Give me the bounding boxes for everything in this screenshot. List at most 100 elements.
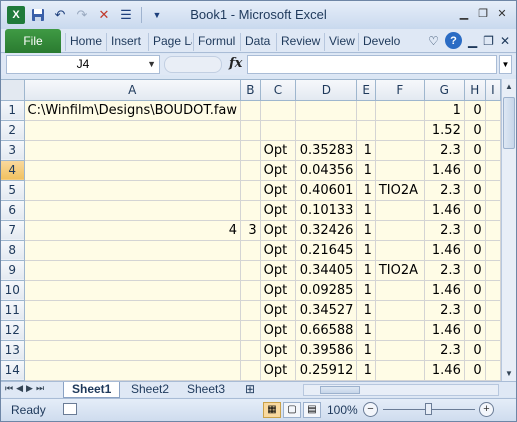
cell-f3[interactable] <box>375 140 425 161</box>
cell-g12[interactable]: 1.46 <box>424 320 465 341</box>
minimize-ribbon-icon[interactable]: ♡ <box>428 34 439 48</box>
cell-i8[interactable] <box>485 240 501 261</box>
help-icon[interactable]: ? <box>444 32 462 49</box>
cell-e8[interactable]: 1 <box>356 240 376 261</box>
column-header-i[interactable]: I <box>485 80 501 101</box>
page-layout-view-icon[interactable]: ▢ <box>283 402 301 418</box>
cell-i12[interactable] <box>485 320 501 341</box>
cell-e2[interactable] <box>356 120 376 141</box>
cell-c12[interactable]: Opt <box>260 320 297 341</box>
zoom-out-icon[interactable]: − <box>363 402 378 417</box>
cell-c8[interactable]: Opt <box>260 240 297 261</box>
tab-review[interactable]: Review <box>276 33 323 51</box>
cell-i14[interactable] <box>485 360 501 381</box>
cell-g5[interactable]: 2.3 <box>424 180 465 201</box>
cell-e3[interactable]: 1 <box>356 140 376 161</box>
column-header-b[interactable]: B <box>240 80 261 101</box>
cell-d10[interactable]: 0.09285 <box>295 280 358 301</box>
cell-f6[interactable] <box>375 200 425 221</box>
cell-d9[interactable]: 0.34405 <box>295 260 358 281</box>
cell-f7[interactable] <box>375 220 425 241</box>
cell-i10[interactable] <box>485 280 501 301</box>
row-header[interactable]: 4 <box>1 160 25 181</box>
column-header-g[interactable]: G <box>424 80 465 101</box>
cell-d13[interactable]: 0.39586 <box>295 340 358 361</box>
normal-view-icon[interactable]: ▦ <box>263 402 281 418</box>
tab-home[interactable]: Home <box>65 33 105 51</box>
cell-c2[interactable] <box>260 120 297 141</box>
cell-d2[interactable] <box>295 120 358 141</box>
cell-e9[interactable]: 1 <box>356 260 376 281</box>
cell-f1[interactable] <box>375 100 425 121</box>
next-sheet-icon[interactable]: ▶ <box>26 383 33 394</box>
cell-a3[interactable] <box>24 140 242 161</box>
cell-a14[interactable] <box>24 360 242 381</box>
row-header[interactable]: 6 <box>1 200 25 221</box>
cell-a6[interactable] <box>24 200 242 221</box>
cell-g13[interactable]: 2.3 <box>424 340 465 361</box>
column-header-c[interactable]: C <box>260 80 297 101</box>
tab-page-layout[interactable]: Page La <box>148 33 192 51</box>
cell-g10[interactable]: 1.46 <box>424 280 465 301</box>
horizontal-scrollbar[interactable] <box>303 384 499 396</box>
cell-a12[interactable] <box>24 320 242 341</box>
cell-b9[interactable] <box>240 260 261 281</box>
cell-b2[interactable] <box>240 120 261 141</box>
cell-e14[interactable]: 1 <box>356 360 376 381</box>
name-box[interactable]: J4 ▼ <box>6 55 160 74</box>
last-sheet-icon[interactable]: ⏭ <box>36 383 44 394</box>
row-header[interactable]: 7 <box>1 220 25 241</box>
scroll-down-icon[interactable]: ▼ <box>502 366 516 381</box>
cell-d11[interactable]: 0.34527 <box>295 300 358 321</box>
cell-h14[interactable]: 0 <box>464 360 486 381</box>
cell-e4[interactable]: 1 <box>356 160 376 181</box>
cell-h4[interactable]: 0 <box>464 160 486 181</box>
cell-i3[interactable] <box>485 140 501 161</box>
restore-icon[interactable]: ❐ <box>475 5 491 21</box>
row-header[interactable]: 12 <box>1 320 25 341</box>
first-sheet-icon[interactable]: ⏮ <box>5 383 13 394</box>
cell-e11[interactable]: 1 <box>356 300 376 321</box>
row-header[interactable]: 3 <box>1 140 25 161</box>
column-header-e[interactable]: E <box>356 80 376 101</box>
column-header-h[interactable]: H <box>464 80 486 101</box>
cell-b4[interactable] <box>240 160 261 181</box>
cell-g4[interactable]: 1.46 <box>424 160 465 181</box>
cell-a5[interactable] <box>24 180 242 201</box>
cell-d1[interactable] <box>295 100 358 121</box>
row-header[interactable]: 5 <box>1 180 25 201</box>
close-icon[interactable]: ✕ <box>494 5 510 21</box>
sheet-tab-sheet3[interactable]: Sheet3 <box>179 382 233 398</box>
cell-a1[interactable]: C:\Winfilm\Designs\BOUDOT.faw <box>24 100 242 121</box>
cell-g9[interactable]: 2.3 <box>424 260 465 281</box>
cell-g2[interactable]: 1.52 <box>424 120 465 141</box>
row-header[interactable]: 13 <box>1 340 25 361</box>
ribbon-restore-icon[interactable]: ❐ <box>483 34 494 48</box>
insert-function-icon[interactable]: fx <box>229 56 242 71</box>
cell-g11[interactable]: 2.3 <box>424 300 465 321</box>
cell-a4[interactable] <box>24 160 242 181</box>
insert-sheet-icon[interactable]: ⊞ <box>237 382 263 398</box>
cell-b1[interactable] <box>240 100 261 121</box>
cell-f11[interactable] <box>375 300 425 321</box>
cell-b5[interactable] <box>240 180 261 201</box>
cell-a7[interactable]: 4 <box>24 220 242 241</box>
cell-f12[interactable] <box>375 320 425 341</box>
cell-f4[interactable] <box>375 160 425 181</box>
cell-e13[interactable]: 1 <box>356 340 376 361</box>
ribbon-close-icon[interactable]: ✕ <box>500 34 510 48</box>
horizontal-scroll-thumb[interactable] <box>320 386 360 394</box>
cell-i2[interactable] <box>485 120 501 141</box>
cell-h10[interactable]: 0 <box>464 280 486 301</box>
cell-c10[interactable]: Opt <box>260 280 297 301</box>
cell-h1[interactable]: 0 <box>464 100 486 121</box>
cell-g7[interactable]: 2.3 <box>424 220 465 241</box>
cell-i9[interactable] <box>485 260 501 281</box>
cell-a11[interactable] <box>24 300 242 321</box>
chevron-down-icon[interactable]: ▼ <box>147 56 156 73</box>
cell-f5[interactable]: TIO2A <box>375 180 425 201</box>
cell-b12[interactable] <box>240 320 261 341</box>
cell-e7[interactable]: 1 <box>356 220 376 241</box>
cell-a8[interactable] <box>24 240 242 261</box>
cell-d8[interactable]: 0.21645 <box>295 240 358 261</box>
